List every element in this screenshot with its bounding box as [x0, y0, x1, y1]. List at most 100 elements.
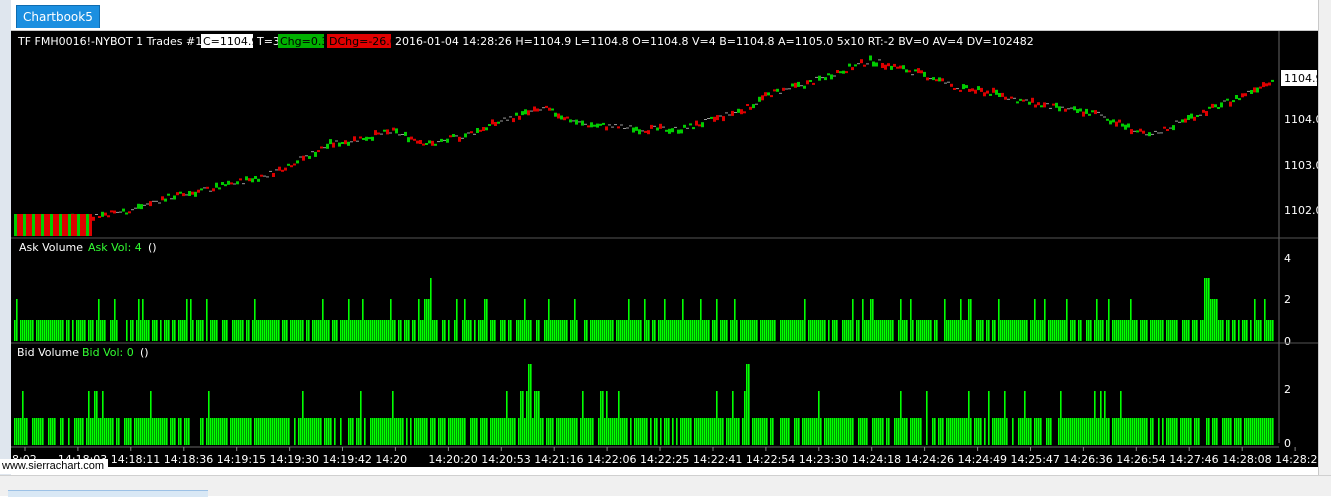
price-tick-1102: 1102.0 — [1284, 204, 1318, 217]
ask-bar-362 — [906, 320, 908, 341]
ask-bar-377 — [948, 320, 950, 341]
bid-bar-360 — [902, 418, 904, 445]
bid-bar-355 — [888, 418, 890, 445]
price-bar-189 — [581, 120, 584, 126]
price-tick-mark-52 — [170, 198, 173, 200]
ask-bar-234 — [610, 320, 612, 341]
price-bar-241 — [737, 108, 740, 113]
price-bar-227 — [695, 120, 698, 126]
bid-bar-253 — [636, 418, 638, 445]
bid-bar-23 — [80, 418, 82, 445]
ask-bar-42 — [116, 320, 118, 341]
bid-bar-305 — [762, 418, 764, 445]
price-tick-mark-48 — [158, 202, 161, 204]
ask-bar-91 — [256, 320, 258, 341]
ask-bar-378 — [950, 320, 952, 341]
bid-bar-432 — [1088, 418, 1090, 445]
open-block-bar-6 — [32, 214, 35, 236]
bid-bar-7 — [32, 418, 34, 445]
price-bar-29 — [101, 211, 104, 217]
bid-bar-113 — [298, 418, 300, 445]
bid-bar-457 — [1140, 418, 1142, 445]
ask-bar-203 — [530, 320, 532, 341]
bid-bar-428 — [1080, 418, 1082, 445]
bid-bar-65 — [178, 418, 180, 445]
bid-bar-60 — [164, 418, 166, 445]
bid-bar-33 — [102, 391, 104, 445]
ask-bar-62 — [178, 320, 180, 341]
ask-bar-205 — [538, 320, 540, 341]
price-bar-320 — [974, 89, 977, 94]
price-bar-390 — [1184, 118, 1187, 123]
price-bar-28 — [98, 216, 101, 218]
price-bar-315 — [959, 89, 962, 92]
ask-bar-50 — [144, 320, 146, 341]
time-label-19: 14:25:47 — [1011, 453, 1060, 466]
bid-bar-306 — [764, 418, 766, 445]
ask-bar-394 — [988, 320, 990, 341]
bid-bar-81 — [224, 418, 226, 445]
bid-bar-57 — [158, 418, 160, 445]
price-bar-148 — [458, 136, 461, 142]
ask-bar-53 — [152, 320, 154, 341]
bid-bar-340 — [848, 418, 850, 445]
bid-bar-17 — [60, 418, 62, 445]
chart-area[interactable]: TF FMH0016!-NYBOT 1 Trades #1 C=1104.9 T… — [11, 31, 1318, 467]
ask-bar-409 — [1022, 320, 1024, 341]
ask-bar-256 — [662, 320, 664, 341]
bid-bar-237 — [600, 391, 602, 445]
open-block-bar-16 — [62, 214, 65, 236]
price-bar-72 — [230, 182, 233, 185]
price-tick-mark-379 — [1151, 133, 1154, 135]
price-bar-207 — [635, 126, 638, 131]
price-bar-301 — [917, 68, 920, 74]
ask-bar-136 — [358, 320, 360, 341]
open-block-bar-12 — [50, 214, 53, 236]
bid-bar-448 — [1122, 418, 1124, 445]
bid-bar-240 — [606, 391, 608, 445]
tab-chartbook5[interactable]: Chartbook5 — [16, 5, 100, 28]
bid-bar-138 — [370, 418, 372, 445]
ask-bar-453 — [1128, 320, 1130, 341]
bid-bar-102 — [270, 418, 272, 445]
ask-bar-95 — [264, 320, 266, 341]
ask-bar-111 — [300, 320, 302, 341]
bid-bar-473 — [1184, 418, 1186, 445]
price-bar-400 — [1214, 104, 1217, 108]
ask-bar-78 — [222, 320, 224, 341]
bid-bar-464 — [1162, 418, 1164, 445]
ask-bar-159 — [408, 320, 410, 341]
ask-bar-75 — [212, 320, 214, 341]
open-block-bar-14 — [56, 214, 59, 236]
bid-bar-433 — [1090, 418, 1092, 445]
price-bar-405 — [1229, 101, 1232, 107]
bid-bar-424 — [1072, 418, 1074, 445]
price-bar-58 — [188, 191, 191, 196]
bid-bar-22 — [78, 418, 80, 445]
ask-bar-346 — [870, 299, 872, 341]
bid-bar-434 — [1092, 418, 1094, 445]
bid-bar-399 — [1002, 418, 1004, 445]
bid-bar-122 — [316, 418, 318, 445]
bid-bar-496 — [1248, 418, 1250, 445]
bid-bar-421 — [1066, 418, 1068, 445]
price-tick-mark-128 — [398, 134, 401, 136]
ask-bar-432 — [1074, 320, 1076, 341]
ask-bar-204 — [536, 320, 538, 341]
ask-bar-152 — [390, 299, 392, 341]
price-tick-mark-305 — [929, 78, 932, 80]
ask-bar-511 — [1272, 320, 1274, 341]
ask-bar-407 — [1018, 320, 1020, 341]
ask-bar-436 — [1088, 320, 1090, 341]
ask-bar-28 — [80, 320, 82, 341]
ask-bar-191 — [500, 320, 502, 341]
bid-bar-171 — [448, 418, 450, 445]
price-bar-79 — [251, 178, 254, 183]
bid-bar-361 — [904, 418, 906, 445]
ask-bar-282 — [716, 299, 718, 341]
price-bar-168 — [518, 115, 521, 120]
price-tick-mark-299 — [911, 74, 914, 76]
ask-bar-64 — [182, 320, 184, 341]
price-bar-185 — [569, 119, 572, 123]
ask-bar-310 — [784, 320, 786, 341]
